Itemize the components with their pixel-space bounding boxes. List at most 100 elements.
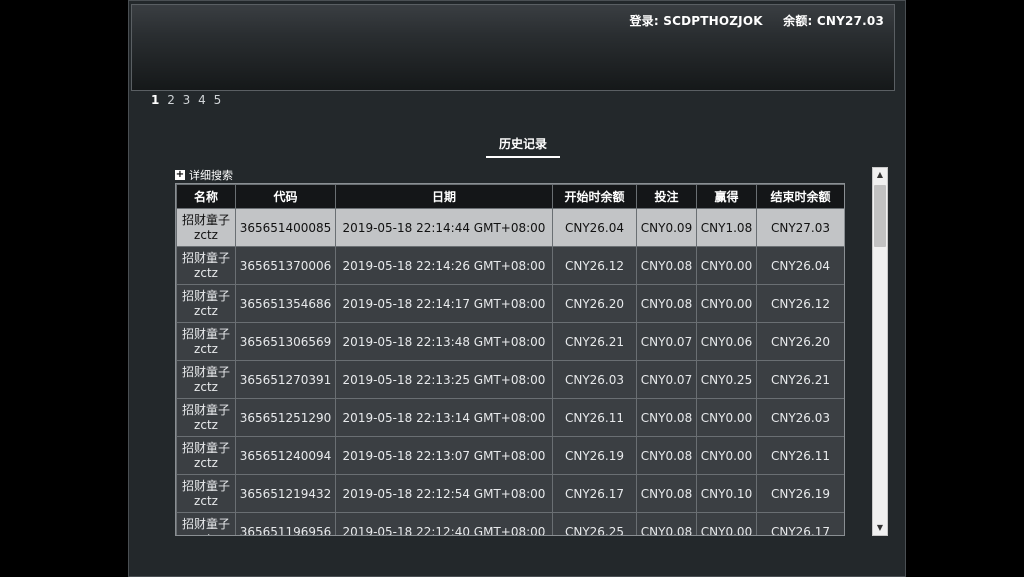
game-code-short: zctz — [194, 265, 218, 280]
main-frame: 登录: SCDPTHOZJOK 余额: CNY27.03 1 2 3 4 5 历… — [128, 0, 906, 577]
cell-end-balance: CNY26.04 — [756, 246, 844, 285]
cell-name: 招财童子zctz — [176, 360, 236, 399]
table-row[interactable]: 招财童子 zctz 365651240094 2019-05-18 22:13:07 … — [176, 436, 844, 475]
history-table: 名称 代码 日期 开始时余额 投注 赢得 结束时余额 招财童子 zctz 36565… — [176, 184, 844, 536]
cell-start-balance: CNY26.21 — [552, 322, 637, 361]
cell-code: 365651306569 — [235, 322, 336, 361]
cell-start-balance: CNY26.12 — [552, 246, 637, 285]
pagination: 1 2 3 4 5 — [151, 93, 225, 107]
expand-plus-icon[interactable]: + — [175, 170, 185, 180]
game-name: 招财童子 — [181, 440, 230, 455]
cell-win: CNY1.08 — [696, 208, 757, 247]
table-row[interactable]: 招财童子 zctz 365651370006 2019-05-18 22:14:26 … — [176, 246, 844, 285]
cell-start-balance: CNY26.17 — [552, 474, 637, 513]
page-2-link[interactable]: 2 — [167, 93, 175, 107]
game-code-short: zctz — [194, 417, 218, 432]
cell-start-balance: CNY26.03 — [552, 360, 637, 399]
game-name: 招财童子 — [181, 288, 230, 303]
table-row[interactable]: 招财童子zctz3656511969562019-05-18 22:12:40 … — [176, 512, 844, 536]
game-code-short: zctz — [194, 493, 218, 508]
cell-win: CNY0.00 — [696, 398, 757, 437]
page-1-link[interactable]: 1 — [151, 93, 159, 107]
cell-win: CNY0.00 — [696, 246, 757, 285]
cell-code: 365651240094 — [235, 436, 336, 475]
page-5-link[interactable]: 5 — [214, 93, 222, 107]
table-row[interactable]: 招财童子 zctz 365651400085 2019-05-18 22:14:44 … — [176, 208, 844, 247]
game-name: 招财童子 — [181, 250, 230, 265]
game-name: 招财童子 — [181, 402, 230, 417]
cell-name: 招财童子zctz — [176, 474, 236, 513]
cell-date: 2019-05-18 22:14:26 GMT+08:00 — [335, 246, 553, 285]
cell-end-balance: CNY26.20 — [756, 322, 844, 361]
game-code-short: zctz — [194, 379, 218, 394]
cell-date: 2019-05-18 22:13:48 GMT+08:00 — [335, 322, 553, 361]
cell-start-balance: CNY26.19 — [552, 436, 637, 475]
col-header-win[interactable]: 赢得 — [696, 184, 757, 209]
cell-end-balance: CNY26.03 — [756, 398, 844, 437]
col-header-start-balance[interactable]: 开始时余额 — [552, 184, 637, 209]
table-row[interactable]: 招财童子 zctz 365651354686 2019-05-18 22:14:17 … — [176, 284, 844, 323]
col-header-bet[interactable]: 投注 — [636, 184, 697, 209]
cell-bet: CNY0.08 — [636, 398, 697, 437]
cell-start-balance: CNY26.11 — [552, 398, 637, 437]
cell-start-balance: CNY26.20 — [552, 284, 637, 323]
history-tab[interactable]: 历史记录 — [486, 135, 560, 158]
cell-end-balance: CNY26.19 — [756, 474, 844, 513]
cell-date: 2019-05-18 22:13:14 GMT+08:00 — [335, 398, 553, 437]
cell-win: CNY0.00 — [696, 284, 757, 323]
cell-bet: CNY0.08 — [636, 474, 697, 513]
cell-code: 365651400085 — [235, 208, 336, 247]
cell-end-balance: CNY26.21 — [756, 360, 844, 399]
game-name: 招财童子 — [181, 364, 230, 379]
game-code-short: zctz — [177, 532, 235, 536]
cell-start-balance: CNY26.25 — [552, 512, 637, 535]
cell-name: 招财童子zctz — [176, 322, 236, 361]
cell-win: CNY0.00 — [696, 436, 757, 475]
col-header-code[interactable]: 代码 — [235, 184, 336, 209]
table-row[interactable]: 招财童子 zctz 365651219432 2019-05-18 22:12:54 … — [176, 474, 844, 513]
game-name: 招财童子 — [181, 478, 230, 493]
cell-win: CNY0.00 — [696, 512, 757, 535]
cell-date: 2019-05-18 22:12:54 GMT+08:00 — [335, 474, 553, 513]
game-code-short: zctz — [194, 303, 218, 318]
cell-code: 365651354686 — [235, 284, 336, 323]
col-header-name[interactable]: 名称 — [176, 184, 236, 209]
advanced-search-toggle[interactable]: + 详细搜索 — [175, 167, 233, 183]
cell-bet: CNY0.07 — [636, 322, 697, 361]
login-label: 登录: SCDPTHOZJOK — [629, 14, 763, 28]
history-table-container: 名称 代码 日期 开始时余额 投注 赢得 结束时余额 招财童子 zctz 36565… — [175, 183, 845, 536]
cell-start-balance: CNY26.04 — [552, 208, 637, 247]
scroll-down-arrow-icon[interactable]: ▼ — [873, 521, 887, 535]
cell-code: 365651270391 — [235, 360, 336, 399]
cell-code: 365651251290 — [235, 398, 336, 437]
cell-bet: CNY0.08 — [636, 436, 697, 475]
cell-code: 365651370006 — [235, 246, 336, 285]
col-header-end-balance[interactable]: 结束时余额 — [756, 184, 844, 209]
table-row[interactable]: 招财童子 zctz 365651270391 2019-05-18 22:13:25 … — [176, 360, 844, 399]
page-3-link[interactable]: 3 — [183, 93, 191, 107]
header-bar: 登录: SCDPTHOZJOK 余额: CNY27.03 — [131, 4, 895, 91]
table-row[interactable]: 招财童子 zctz 365651251290 2019-05-18 22:13:14 … — [176, 398, 844, 437]
cell-date: 2019-05-18 22:14:17 GMT+08:00 — [335, 284, 553, 323]
balance-label: 余额: CNY27.03 — [783, 14, 884, 28]
cell-date: 2019-05-18 22:13:25 GMT+08:00 — [335, 360, 553, 399]
cell-name: 招财童子zctz — [176, 246, 236, 285]
game-name: 招财童子 — [181, 212, 230, 227]
cell-end-balance: CNY26.17 — [756, 512, 844, 535]
cell-name: 招财童子zctz — [176, 284, 236, 323]
cell-name: 招财童子zctz — [176, 512, 236, 536]
cell-bet: CNY0.08 — [636, 512, 697, 535]
vertical-scrollbar[interactable]: ▲ ▼ — [872, 167, 888, 536]
col-header-date[interactable]: 日期 — [335, 184, 553, 209]
cell-end-balance: CNY27.03 — [756, 208, 844, 247]
cell-name: 招财童子zctz — [176, 436, 236, 475]
advanced-search-label[interactable]: 详细搜索 — [189, 167, 233, 183]
scrollbar-thumb[interactable] — [874, 185, 886, 247]
scroll-up-arrow-icon[interactable]: ▲ — [873, 168, 887, 182]
page-4-link[interactable]: 4 — [198, 93, 206, 107]
cell-end-balance: CNY26.12 — [756, 284, 844, 323]
game-code-short: zctz — [194, 455, 218, 470]
cell-name: 招财童子zctz — [176, 398, 236, 437]
table-row[interactable]: 招财童子 zctz 365651306569 2019-05-18 22:13:48 … — [176, 322, 844, 361]
game-name: 招财童子 — [181, 326, 230, 341]
